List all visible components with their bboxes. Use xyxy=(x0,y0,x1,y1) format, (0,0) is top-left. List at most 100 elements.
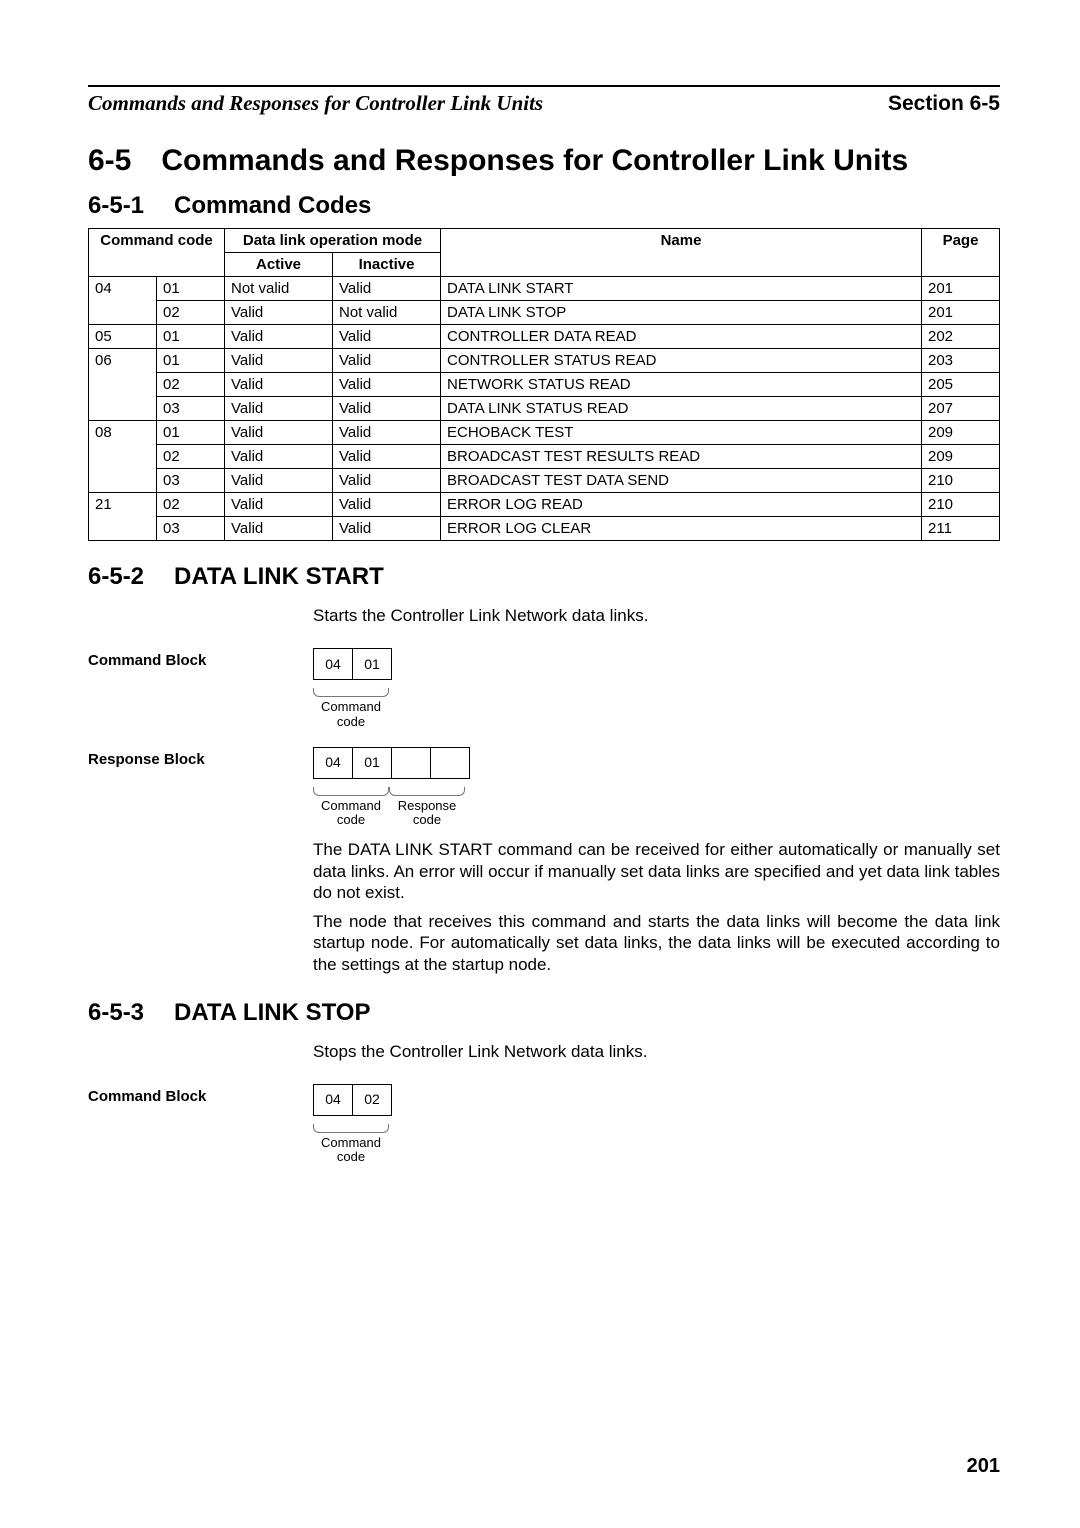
cell-page: 201 xyxy=(922,277,1000,301)
header-right: Section 6-5 xyxy=(888,92,1000,116)
th-page: Page xyxy=(922,229,1000,277)
table-row: 0801ValidValidECHOBACK TEST209 xyxy=(89,421,1000,445)
cell-name: DATA LINK STATUS READ xyxy=(441,397,922,421)
byte-cell: 02 xyxy=(352,1084,392,1116)
subsection-number: 6-5-2 xyxy=(88,563,144,590)
cell-name: BROADCAST TEST RESULTS READ xyxy=(441,445,922,469)
cell-page: 201 xyxy=(922,301,1000,325)
cell-name: BROADCAST TEST DATA SEND xyxy=(441,469,922,493)
brace-label: Command code xyxy=(313,1136,389,1165)
cell-inactive: Valid xyxy=(333,421,441,445)
cell-active: Valid xyxy=(225,445,333,469)
subsection-number: 6-5-3 xyxy=(88,999,144,1026)
cell-inactive: Valid xyxy=(333,373,441,397)
cmd-code-minor: 03 xyxy=(157,397,225,421)
th-mode: Data link operation mode xyxy=(225,229,441,253)
running-header: Commands and Responses for Controller Li… xyxy=(88,91,1000,116)
cell-page: 207 xyxy=(922,397,1000,421)
cell-page: 210 xyxy=(922,469,1000,493)
cell-inactive: Valid xyxy=(333,517,441,541)
cmd-code-minor: 02 xyxy=(157,493,225,517)
cmd-code-minor: 01 xyxy=(157,349,225,373)
table-row: 03ValidValidDATA LINK STATUS READ207 xyxy=(89,397,1000,421)
cmd-code-minor: 01 xyxy=(157,325,225,349)
cmd-code-minor: 03 xyxy=(157,517,225,541)
section-heading: 6-5Commands and Responses for Controller… xyxy=(88,144,1000,178)
cell-active: Valid xyxy=(225,517,333,541)
byte-cell: 01 xyxy=(352,747,392,779)
cell-page: 205 xyxy=(922,373,1000,397)
cell-inactive: Valid xyxy=(333,445,441,469)
cell-inactive: Valid xyxy=(333,397,441,421)
subsection-title: DATA LINK STOP xyxy=(174,999,370,1026)
cell-inactive: Valid xyxy=(333,325,441,349)
subsection-title: Command Codes xyxy=(174,192,371,219)
cell-name: ECHOBACK TEST xyxy=(441,421,922,445)
cmd-code-major: 05 xyxy=(89,325,157,349)
cmd-code-major: 04 xyxy=(89,277,157,325)
cmd-code-minor: 03 xyxy=(157,469,225,493)
brace-label: Command code xyxy=(313,700,389,729)
cell-name: ERROR LOG CLEAR xyxy=(441,517,922,541)
cmd-code-minor: 02 xyxy=(157,373,225,397)
command-codes-table: Command code Data link operation mode Na… xyxy=(88,228,1000,541)
cell-page: 209 xyxy=(922,445,1000,469)
byte-cell xyxy=(430,747,470,779)
cell-page: 202 xyxy=(922,325,1000,349)
cell-inactive: Valid xyxy=(333,277,441,301)
subsection-653-heading: 6-5-3 DATA LINK STOP xyxy=(88,999,1000,1027)
cell-active: Valid xyxy=(225,421,333,445)
label-response-block: Response Block xyxy=(88,747,313,768)
dlstop-intro: Stops the Controller Link Network data l… xyxy=(313,1041,1000,1062)
spacer xyxy=(88,1041,313,1045)
header-left: Commands and Responses for Controller Li… xyxy=(88,91,543,116)
cmd-code-minor: 01 xyxy=(157,277,225,301)
dls-command-diagram: 04 01 Command code xyxy=(313,648,1000,729)
th-active: Active xyxy=(225,253,333,277)
subsection-651-heading: 6-5-1 Command Codes xyxy=(88,192,1000,220)
cell-name: DATA LINK START xyxy=(441,277,922,301)
byte-cell: 01 xyxy=(352,648,392,680)
cell-active: Not valid xyxy=(225,277,333,301)
cmd-code-major: 06 xyxy=(89,349,157,421)
cell-page: 209 xyxy=(922,421,1000,445)
cmd-code-major: 21 xyxy=(89,493,157,541)
label-command-block: Command Block xyxy=(88,648,313,669)
cell-inactive: Valid xyxy=(333,493,441,517)
cell-name: NETWORK STATUS READ xyxy=(441,373,922,397)
page: Commands and Responses for Controller Li… xyxy=(0,0,1080,1528)
cell-active: Valid xyxy=(225,301,333,325)
cell-inactive: Not valid xyxy=(333,301,441,325)
cmd-code-minor: 01 xyxy=(157,421,225,445)
table-row: 03ValidValidBROADCAST TEST DATA SEND210 xyxy=(89,469,1000,493)
cell-active: Valid xyxy=(225,349,333,373)
cell-active: Valid xyxy=(225,469,333,493)
cell-active: Valid xyxy=(225,397,333,421)
subsection-title: DATA LINK START xyxy=(174,563,384,590)
dls-intro: Starts the Controller Link Network data … xyxy=(313,605,1000,626)
th-inactive: Inactive xyxy=(333,253,441,277)
cell-active: Valid xyxy=(225,325,333,349)
dls-para-1: The DATA LINK START command can be recei… xyxy=(313,839,1000,903)
spacer xyxy=(88,605,313,609)
cmd-code-major: 08 xyxy=(89,421,157,493)
dls-para-2: The node that receives this command and … xyxy=(313,911,1000,975)
cmd-code-minor: 02 xyxy=(157,301,225,325)
table-row: 0501ValidValidCONTROLLER DATA READ202 xyxy=(89,325,1000,349)
cell-active: Valid xyxy=(225,373,333,397)
table-row: 02ValidValidBROADCAST TEST RESULTS READ2… xyxy=(89,445,1000,469)
dls-response-diagram: 04 01 Command code Response code xyxy=(313,747,1000,828)
subsection-number: 6-5-1 xyxy=(88,192,144,219)
dlstop-command-diagram: 04 02 Command code xyxy=(313,1084,1000,1165)
cell-page: 211 xyxy=(922,517,1000,541)
byte-cell: 04 xyxy=(313,1084,353,1116)
cell-name: CONTROLLER DATA READ xyxy=(441,325,922,349)
cell-inactive: Valid xyxy=(333,469,441,493)
cell-page: 210 xyxy=(922,493,1000,517)
table-row: 02ValidValidNETWORK STATUS READ205 xyxy=(89,373,1000,397)
table-row: 03ValidValidERROR LOG CLEAR211 xyxy=(89,517,1000,541)
cmd-code-minor: 02 xyxy=(157,445,225,469)
brace-label: Response code xyxy=(389,799,465,828)
subsection-652-heading: 6-5-2 DATA LINK START xyxy=(88,563,1000,591)
table-row: 0401Not validValidDATA LINK START201 xyxy=(89,277,1000,301)
